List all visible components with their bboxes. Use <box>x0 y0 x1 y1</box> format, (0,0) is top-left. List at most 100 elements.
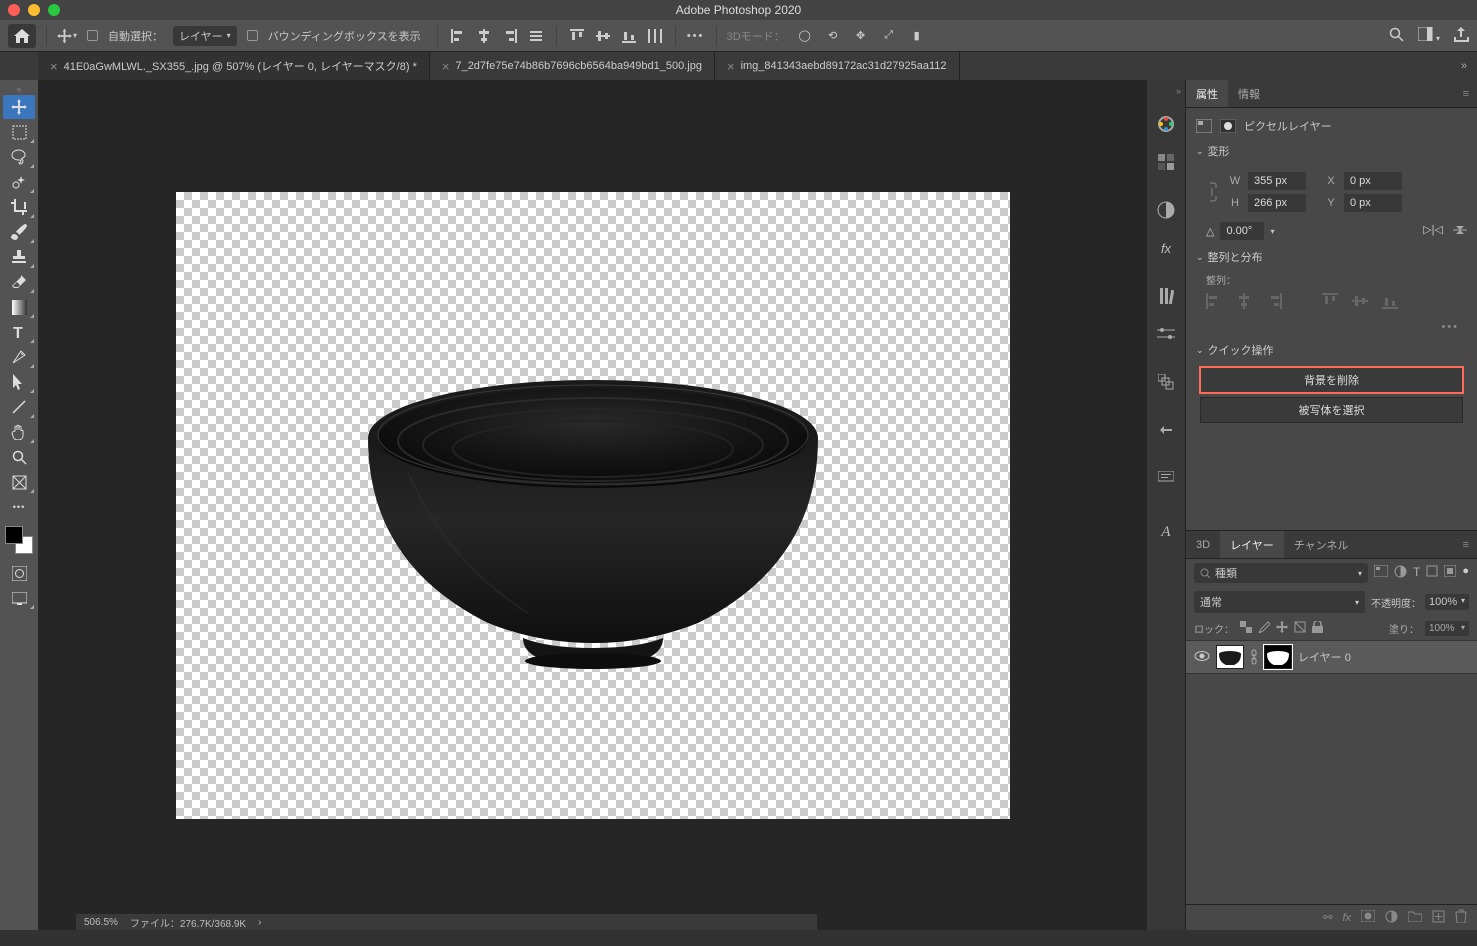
align-top-icon[interactable] <box>567 26 587 46</box>
window-close-button[interactable] <box>8 4 20 16</box>
properties-tab[interactable]: 属性 <box>1186 80 1228 107</box>
add-mask-icon[interactable] <box>1361 910 1375 925</box>
panel-menu-icon[interactable]: ≡ <box>1455 88 1477 100</box>
lock-all-icon[interactable] <box>1312 621 1323 636</box>
layer-filter-type-dropdown[interactable]: 種類 ▾ <box>1194 563 1368 583</box>
visibility-toggle-icon[interactable] <box>1194 650 1210 665</box>
history-panel-icon[interactable] <box>1156 372 1176 392</box>
adjustments2-panel-icon[interactable] <box>1156 324 1176 344</box>
panel-menu-icon[interactable]: ≡ <box>1455 539 1477 551</box>
align-center-h-icon[interactable] <box>474 26 494 46</box>
align-middle-v-icon[interactable] <box>593 26 613 46</box>
new-group-icon[interactable] <box>1408 910 1422 925</box>
angle-input[interactable] <box>1220 222 1264 240</box>
pen-tool[interactable] <box>3 345 35 369</box>
layer-thumbnail[interactable] <box>1216 645 1244 669</box>
quick-actions-header[interactable]: ⌄クイック操作 <box>1196 337 1467 363</box>
brush-tool[interactable] <box>3 220 35 244</box>
new-layer-icon[interactable] <box>1432 910 1445 926</box>
link-icon[interactable] <box>1250 649 1258 665</box>
quick-mask-icon[interactable] <box>3 561 35 585</box>
remove-background-button[interactable]: 背景を削除 <box>1200 367 1463 393</box>
line-tool[interactable] <box>3 395 35 419</box>
close-tab-icon[interactable]: × <box>442 59 450 74</box>
align-top-edges-icon[interactable] <box>1322 293 1342 313</box>
align-h-centers-icon[interactable] <box>1236 293 1256 313</box>
window-minimize-button[interactable] <box>28 4 40 16</box>
document-tab[interactable]: ×41E0aGwMLWL._SX355_.jpg @ 507% (レイヤー 0,… <box>38 52 430 80</box>
align-right-icon[interactable] <box>500 26 520 46</box>
align-left-icon[interactable] <box>448 26 468 46</box>
filter-adjustment-icon[interactable] <box>1394 565 1407 581</box>
align-section-header[interactable]: ⌄整列と分布 <box>1196 244 1467 270</box>
flip-horizontal-icon[interactable]: ▷|◁ <box>1423 223 1443 240</box>
info-tab[interactable]: 情報 <box>1228 80 1270 107</box>
auto-select-checkbox[interactable] <box>87 30 98 41</box>
x-input[interactable] <box>1344 172 1402 190</box>
color-panel-icon[interactable] <box>1156 114 1176 134</box>
close-tab-icon[interactable]: × <box>50 59 58 74</box>
zoom-tool[interactable] <box>3 445 35 469</box>
align-more-icon[interactable]: ••• <box>1206 317 1467 337</box>
angle-dropdown-icon[interactable]: ▾ <box>1270 227 1274 236</box>
character-panel-icon[interactable]: A <box>1156 522 1176 542</box>
show-bbox-checkbox[interactable] <box>247 30 258 41</box>
paragraph-panel-icon[interactable] <box>1156 468 1176 488</box>
filter-shape-icon[interactable] <box>1426 565 1438 581</box>
lock-transparency-icon[interactable] <box>1240 621 1252 636</box>
hand-tool[interactable] <box>3 420 35 444</box>
width-input[interactable] <box>1248 172 1306 190</box>
align-right-edges-icon[interactable] <box>1266 293 1286 313</box>
channels-tab[interactable]: チャンネル <box>1284 531 1359 558</box>
path-selection-tool[interactable] <box>3 370 35 394</box>
3d-tab[interactable]: 3D <box>1186 531 1220 558</box>
layer-name[interactable]: レイヤー 0 <box>1298 649 1351 665</box>
marquee-tool[interactable] <box>3 120 35 144</box>
move-tool-icon[interactable]: ▾ <box>57 26 77 46</box>
delete-layer-icon[interactable] <box>1455 909 1467 926</box>
document-tab[interactable]: ×7_2d7fe75e74b86b7696cb6564ba949bd1_500.… <box>430 52 715 80</box>
edit-toolbar-icon[interactable]: ••• <box>3 495 35 519</box>
align-bottom-icon[interactable] <box>619 26 639 46</box>
opacity-input[interactable]: 100%▾ <box>1425 594 1469 610</box>
lasso-tool[interactable] <box>3 145 35 169</box>
canvas-area[interactable]: 506.5% ファイル：276.7K/368.9K › <box>38 80 1147 930</box>
document-canvas[interactable] <box>176 192 1010 819</box>
window-maximize-button[interactable] <box>48 4 60 16</box>
layer-fx-icon[interactable]: fx <box>1342 912 1351 924</box>
type-tool[interactable]: T <box>3 320 35 344</box>
zoom-level[interactable]: 506.5% <box>84 917 118 928</box>
more-options-icon[interactable]: ••• <box>686 26 706 46</box>
fill-input[interactable]: 100%▾ <box>1425 621 1469 636</box>
link-layers-icon[interactable]: ⚯ <box>1323 911 1332 924</box>
lock-position-icon[interactable] <box>1276 621 1288 636</box>
lock-artboard-icon[interactable] <box>1294 621 1306 636</box>
link-wh-icon[interactable] <box>1206 181 1218 203</box>
stamp-tool[interactable] <box>3 245 35 269</box>
move-tool[interactable] <box>3 95 35 119</box>
file-info[interactable]: ファイル：276.7K/368.9K <box>130 915 246 930</box>
swatches-panel-icon[interactable] <box>1156 152 1176 172</box>
color-swatches[interactable] <box>5 526 33 554</box>
actions-panel-icon[interactable] <box>1156 420 1176 440</box>
styles-panel-icon[interactable]: fx <box>1156 238 1176 258</box>
document-tab[interactable]: ×img_841343aebd89172ac31d27925aa112 <box>715 52 960 80</box>
more-align-icon[interactable] <box>526 26 546 46</box>
tabs-overflow-icon[interactable]: » <box>1451 60 1477 72</box>
filter-type-icon[interactable]: T <box>1413 565 1420 581</box>
adjustments-panel-icon[interactable] <box>1156 200 1176 220</box>
workspace-switcher-icon[interactable]: ▾ <box>1418 27 1440 44</box>
blend-mode-dropdown[interactable]: 通常▾ <box>1194 591 1365 613</box>
eraser-tool[interactable] <box>3 270 35 294</box>
lock-pixels-icon[interactable] <box>1258 621 1270 636</box>
y-input[interactable] <box>1344 194 1402 212</box>
height-input[interactable] <box>1248 194 1306 212</box>
screen-mode-icon[interactable] <box>3 586 35 610</box>
align-left-edges-icon[interactable] <box>1206 293 1226 313</box>
filter-smart-icon[interactable] <box>1444 565 1456 581</box>
status-chevron-icon[interactable]: › <box>258 917 261 928</box>
search-icon[interactable] <box>1389 27 1404 45</box>
libraries-panel-icon[interactable] <box>1156 286 1176 306</box>
align-bottom-edges-icon[interactable] <box>1382 293 1402 313</box>
share-icon[interactable] <box>1454 27 1469 45</box>
